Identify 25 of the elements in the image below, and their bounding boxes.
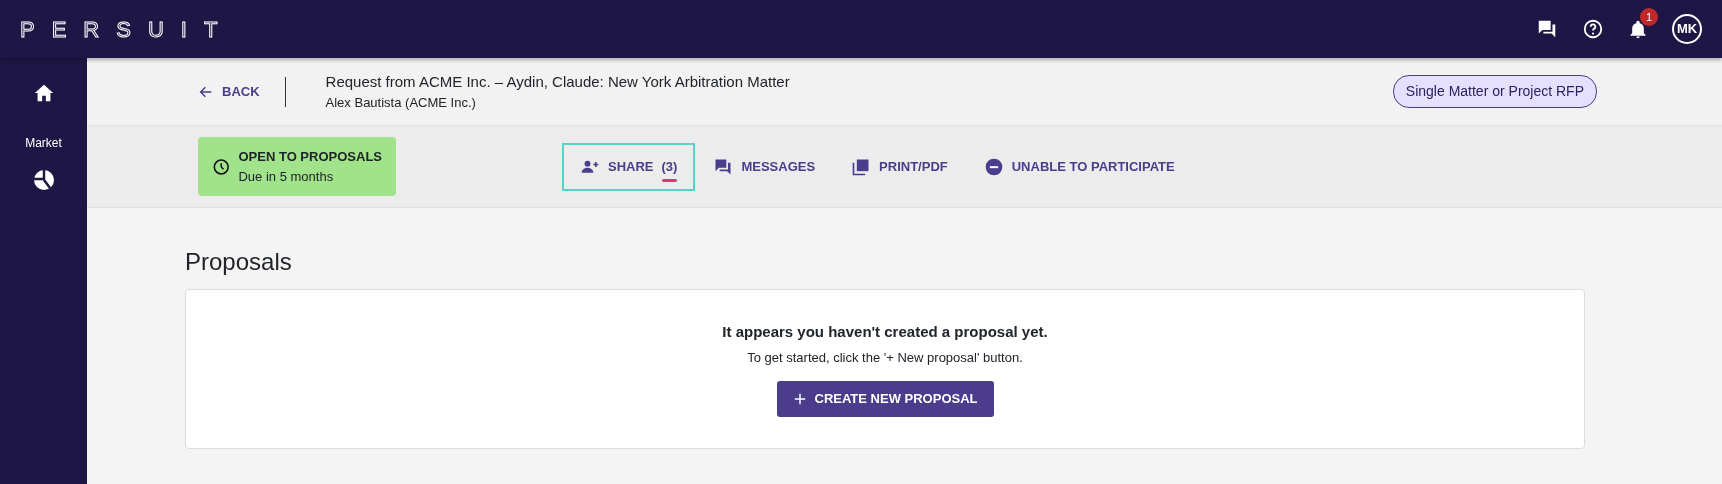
minus-circle-icon — [983, 156, 1004, 177]
clock-icon — [212, 156, 231, 177]
print-button[interactable]: PRINT/PDF — [833, 142, 966, 191]
due-date: Due in 5 months — [238, 167, 335, 186]
create-proposal-button[interactable]: CREATE NEW PROPOSAL — [776, 381, 994, 417]
notifications-bell-icon[interactable] — [1628, 18, 1648, 40]
rfp-type-tag: Single Matter or Project RFP — [1392, 75, 1597, 108]
status-title: OPEN TO PROPOSALS — [238, 148, 382, 166]
empty-title: It appears you haven't created a proposal yet. — [722, 322, 1048, 343]
home-icon[interactable] — [32, 82, 55, 104]
requester-name: Alex Bautista (ACME Inc.) — [325, 94, 477, 112]
help-icon[interactable] — [1582, 18, 1604, 40]
decline-button[interactable]: UNABLE TO PARTICIPATE — [965, 142, 1193, 191]
sidebar-label: Market — [25, 135, 62, 152]
notification-count: 1 — [1640, 8, 1658, 26]
plus-icon — [792, 391, 807, 406]
logo[interactable]: PERSUIT — [20, 12, 235, 46]
messages-button[interactable]: MESSAGES — [695, 142, 834, 191]
section-heading: Proposals — [185, 248, 293, 277]
user-avatar[interactable]: MK — [1672, 14, 1702, 44]
share-button[interactable]: SHARE (3) — [562, 142, 696, 191]
empty-hint: To get started, click the '+ New proposal' button. — [747, 348, 1023, 367]
request-title: Request from ACME Inc. – Aydin, Claude: New York Arbitration Matter — [325, 71, 791, 92]
back-button[interactable]: BACK — [197, 80, 261, 103]
pie-chart-icon[interactable] — [31, 168, 56, 192]
